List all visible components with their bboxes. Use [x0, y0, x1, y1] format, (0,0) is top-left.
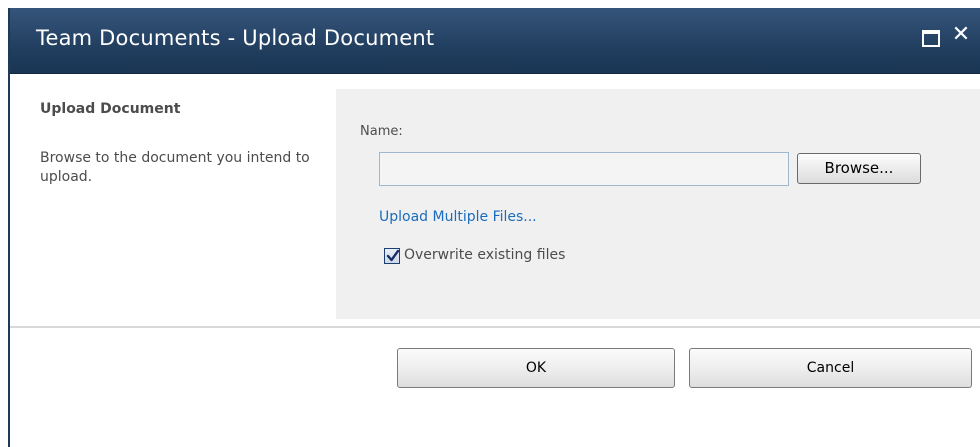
maximize-icon[interactable] — [922, 30, 940, 47]
upload-dialog: Team Documents - Upload Document ✕ Uploa… — [8, 8, 980, 447]
upload-form-pane: Name: Browse... Upload Multiple Files...… — [336, 89, 980, 319]
close-icon[interactable]: ✕ — [950, 22, 972, 48]
section-description-pane: Upload Document Browse to the document y… — [10, 89, 336, 319]
checkmark-icon — [386, 249, 400, 262]
upload-multiple-files-link[interactable]: Upload Multiple Files... — [379, 209, 537, 225]
overwrite-label[interactable]: Overwrite existing files — [404, 247, 565, 263]
file-name-input[interactable] — [379, 152, 789, 186]
dialog-titlebar: Team Documents - Upload Document ✕ — [10, 8, 980, 74]
ok-button[interactable]: OK — [397, 348, 675, 388]
overwrite-checkbox[interactable] — [384, 248, 400, 264]
dialog-title: Team Documents - Upload Document — [36, 26, 435, 50]
section-title: Upload Document — [40, 101, 181, 117]
browse-button[interactable]: Browse... — [797, 153, 921, 184]
cancel-button[interactable]: Cancel — [689, 348, 972, 388]
name-label: Name: — [360, 124, 403, 139]
footer-divider — [10, 326, 980, 328]
section-description: Browse to the document you intend to upl… — [40, 150, 310, 185]
